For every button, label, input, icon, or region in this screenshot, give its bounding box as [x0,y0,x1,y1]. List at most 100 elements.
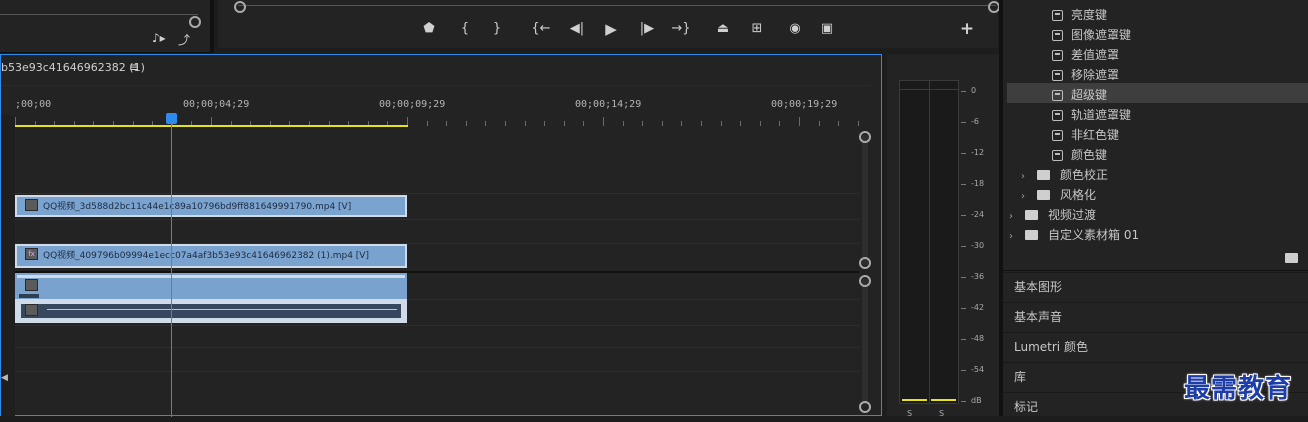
ruler-tick [858,121,859,126]
ruler-label: ;00;00 [15,99,52,110]
mark-in-button[interactable]: { [454,18,476,40]
source-monitor-panel: ♪▸ ⤴ [0,0,214,53]
play-button[interactable]: ▶ [600,18,622,40]
ruler-tick [583,121,584,126]
program-zoom-handle-left[interactable] [234,1,246,13]
folder-icon [1037,190,1050,200]
tree-item-label: 超级键 [1071,88,1108,102]
effect-preset-item[interactable]: 图像遮罩键 [1052,26,1131,43]
ruler-tick [505,121,506,126]
panel-section-header[interactable]: 基本图形 [1003,272,1308,301]
db-scale-label: -54 [971,365,985,374]
ruler-tick [623,121,624,126]
ruler-tick [681,121,682,126]
ruler-tick [721,121,722,126]
add-marker-button[interactable]: ⬟ [418,18,440,40]
ruler-tick [799,117,800,126]
source-scrub-bar[interactable] [0,14,198,15]
ruler-tick [544,121,545,126]
sequence-menu-icon[interactable]: ≡ [129,60,139,74]
ruler-label: 00;00;19;29 [771,99,838,110]
ruler-tick [760,121,761,126]
step-forward-button[interactable]: |▶ [636,18,658,40]
go-to-in-button[interactable]: {← [530,18,552,40]
audio-vertical-scrollbar[interactable] [862,279,868,404]
effect-folder-item[interactable]: › 风格化 [1021,186,1096,203]
meter-bars [899,80,959,404]
panel-section-header[interactable]: Lumetri 颜色 [1003,332,1308,361]
program-scrub-bar[interactable] [238,5,996,6]
effect-folder-item[interactable]: › 视频过渡 [1009,206,1096,223]
step-back-button[interactable]: ◀| [566,18,588,40]
chevron-right-icon[interactable]: › [1021,171,1031,182]
scroll-handle-top[interactable] [859,275,871,287]
meter-channel-right[interactable]: S [939,409,944,418]
work-area-bar[interactable] [15,125,408,127]
db-scale-label: -48 [971,334,985,343]
effect-preset-item[interactable]: 颜色键 [1052,146,1107,163]
playhead-line[interactable] [171,121,172,417]
folder-icon [1037,170,1050,180]
audio-fx-badge [25,279,38,291]
db-scale-label: -18 [971,179,985,188]
audio-fx-badge [25,304,38,316]
chevron-right-icon[interactable]: › [1021,191,1031,202]
preset-icon [1052,130,1063,141]
audio-clip-1[interactable] [15,273,407,299]
effect-preset-item[interactable]: 超级键 [1052,86,1107,103]
db-scale-label: -12 [971,148,985,157]
effect-folder-item[interactable]: › 自定义素材箱 01 [1009,226,1139,243]
video-clip-1[interactable]: QQ视频_3d588d2bc11c44e1c89a10796bd9ff88164… [15,195,407,217]
effect-preset-item[interactable]: 轨道遮罩键 [1052,106,1131,123]
ruler-tick [603,117,604,126]
ruler-tick [642,121,643,126]
tree-item-label: 颜色键 [1071,148,1108,162]
audio-clip-2[interactable] [15,299,407,323]
effect-folder-item[interactable]: › 颜色校正 [1021,166,1108,183]
playhead-handle[interactable] [166,113,177,124]
extract-button[interactable]: ⊞ [746,18,768,40]
watermark-logo: 最需教育 [1184,374,1293,404]
export-frame-icon[interactable]: ⤴ [178,31,190,48]
ruler-label: 00;00;09;29 [379,99,446,110]
clip-label: QQ视频_409796b09994e1ecc07a4af3b53e93c4164… [43,251,369,261]
preset-icon [1052,50,1063,61]
clip-label: QQ视频_3d588d2bc11c44e1c89a10796bd9ff88164… [43,202,352,212]
button-editor-button[interactable]: + [956,18,978,40]
panel-section-header[interactable]: 基本声音 [1003,302,1308,331]
scroll-handle-bottom[interactable] [859,257,871,269]
track-collapse-icon[interactable]: ◀ [1,373,8,383]
ruler-tick [446,121,447,126]
ruler-tick [701,121,702,126]
insert-icon[interactable]: ♪▸ [152,31,166,45]
ruler-tick [427,121,428,126]
effect-preset-item[interactable]: 亮度键 [1052,6,1107,23]
tree-item-label: 亮度键 [1071,8,1108,22]
ruler-tick [838,121,839,126]
video-vertical-scrollbar[interactable] [862,135,868,265]
effect-preset-item[interactable]: 差值遮罩 [1052,46,1119,63]
new-bin-icon[interactable] [1285,253,1298,263]
source-zoom-handle[interactable] [189,16,201,28]
compare-view-button[interactable]: ▣ [816,18,838,40]
export-frame-button[interactable]: ◉ [784,18,806,40]
video-clip-2[interactable]: fx QQ视频_409796b09994e1ecc07a4af3b53e93c4… [15,244,407,268]
ruler-label: 00;00;14;29 [575,99,642,110]
lift-button[interactable]: ⏏ [712,18,734,40]
chevron-right-icon[interactable]: › [1009,231,1019,242]
scroll-handle-bottom[interactable] [859,401,871,413]
effect-preset-item[interactable]: 非红色键 [1052,126,1119,143]
sequence-tab-label[interactable]: b53e93c41646962382 (1) [1,61,145,74]
db-scale-label: -42 [971,303,985,312]
go-to-out-button[interactable]: →} [670,18,692,40]
meter-channel-left[interactable]: S [907,409,912,418]
tree-item-label: 差值遮罩 [1071,48,1120,62]
scroll-handle-top[interactable] [859,131,871,143]
preset-icon [1052,70,1063,81]
effect-preset-item[interactable]: 移除遮罩 [1052,66,1119,83]
timeline-panel: b53e93c41646962382 (1) ≡ ;00;00 00;00;04;… [0,54,882,417]
program-monitor-panel: ⬟ {} {← ◀| ▶ |▶ →} ⏏ ⊞ ◉ ▣ + [218,0,1000,48]
chevron-right-icon[interactable]: › [1009,211,1019,222]
tree-item-label: 视频过渡 [1048,208,1097,222]
mark-out-button[interactable]: } [486,18,508,40]
